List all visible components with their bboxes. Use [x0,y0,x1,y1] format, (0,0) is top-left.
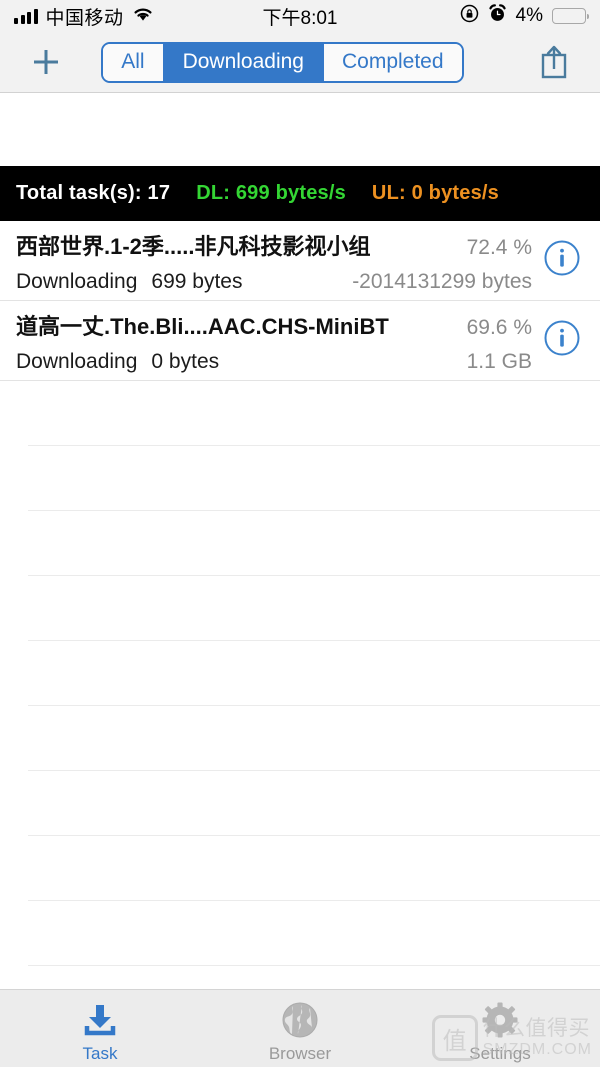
table-row[interactable]: 西部世界.1-2季.....非凡科技影视小组 72.4 % Downloadin… [0,221,600,301]
list-item [28,901,600,966]
task-speed: 699 bytes [151,270,243,293]
tab-label: Settings [469,1043,531,1063]
task-info-button[interactable] [540,309,584,367]
transfer-stats-bar: Total task(s): 17 DL: 699 bytes/s UL: 0 … [0,166,600,221]
list-item [28,511,600,576]
carrier-label: 中国移动 [45,7,124,29]
task-size: 1.1 GB [466,350,532,373]
list-item [28,706,600,771]
add-task-button[interactable] [26,42,66,82]
filter-segmented-control[interactable]: All Downloading Completed [101,41,464,83]
rotation-lock-icon [460,4,479,29]
total-tasks-label: Total task(s): 17 [16,182,171,204]
gear-icon [479,1000,521,1040]
task-details: 道高一丈.The.Bli....AAC.CHS-MiniBT 69.6 % Do… [16,309,536,374]
list-item [28,576,600,641]
status-bar-right: 4% [460,3,589,29]
download-icon [79,1000,121,1040]
task-info-button[interactable] [540,229,584,287]
bottom-tab-bar: Task Browser Settings 值 什么值得买 SMZDM.COM [0,989,600,1067]
upload-speed-label: UL: 0 bytes/s [371,182,500,204]
tab-label: Task [82,1043,118,1063]
app-root: 中国移动 下午8:01 4% All Downloading Completed… [0,0,600,1067]
table-row[interactable]: 道高一丈.The.Bli....AAC.CHS-MiniBT 69.6 % Do… [0,301,600,381]
share-icon [541,45,567,79]
task-progress-percent: 69.6 % [466,316,532,339]
top-toolbar: All Downloading Completed [0,32,600,93]
task-details: 西部世界.1-2季.....非凡科技影视小组 72.4 % Downloadin… [16,229,536,294]
list-item [28,381,600,446]
tab-settings[interactable]: Settings [400,990,600,1067]
segment-downloading[interactable]: Downloading [164,43,324,81]
content-gap [0,93,600,166]
list-item [28,771,600,836]
task-size: -2014131299 bytes [352,270,532,293]
status-bar: 中国移动 下午8:01 4% [0,0,600,32]
task-name: 西部世界.1-2季.....非凡科技影视小组 [16,234,371,259]
tab-task[interactable]: Task [0,990,200,1067]
battery-icon [552,8,589,24]
task-name: 道高一丈.The.Bli....AAC.CHS-MiniBT [16,314,389,339]
empty-list-rows [0,381,600,989]
status-bar-left: 中国移动 [14,3,154,30]
tab-browser[interactable]: Browser [200,990,400,1067]
signal-bars-icon [14,8,38,24]
task-speed: 0 bytes [151,350,220,373]
tab-label: Browser [268,1043,332,1063]
alarm-clock-icon [488,3,507,29]
task-status: Downloading [16,350,138,373]
segment-all[interactable]: All [103,43,165,81]
list-item [28,641,600,706]
download-speed-label: DL: 699 bytes/s [196,182,346,204]
globe-icon [279,1000,321,1040]
info-icon [544,240,580,276]
battery-percent-label: 4% [515,5,543,26]
task-progress-percent: 72.4 % [466,236,532,259]
plus-icon [34,50,58,74]
task-list: 西部世界.1-2季.....非凡科技影视小组 72.4 % Downloadin… [0,221,600,989]
segment-completed[interactable]: Completed [323,43,462,81]
info-icon [544,320,580,356]
wifi-icon [132,5,154,28]
list-item [28,446,600,511]
share-button[interactable] [534,40,574,84]
task-status: Downloading [16,270,138,293]
list-item [28,836,600,901]
